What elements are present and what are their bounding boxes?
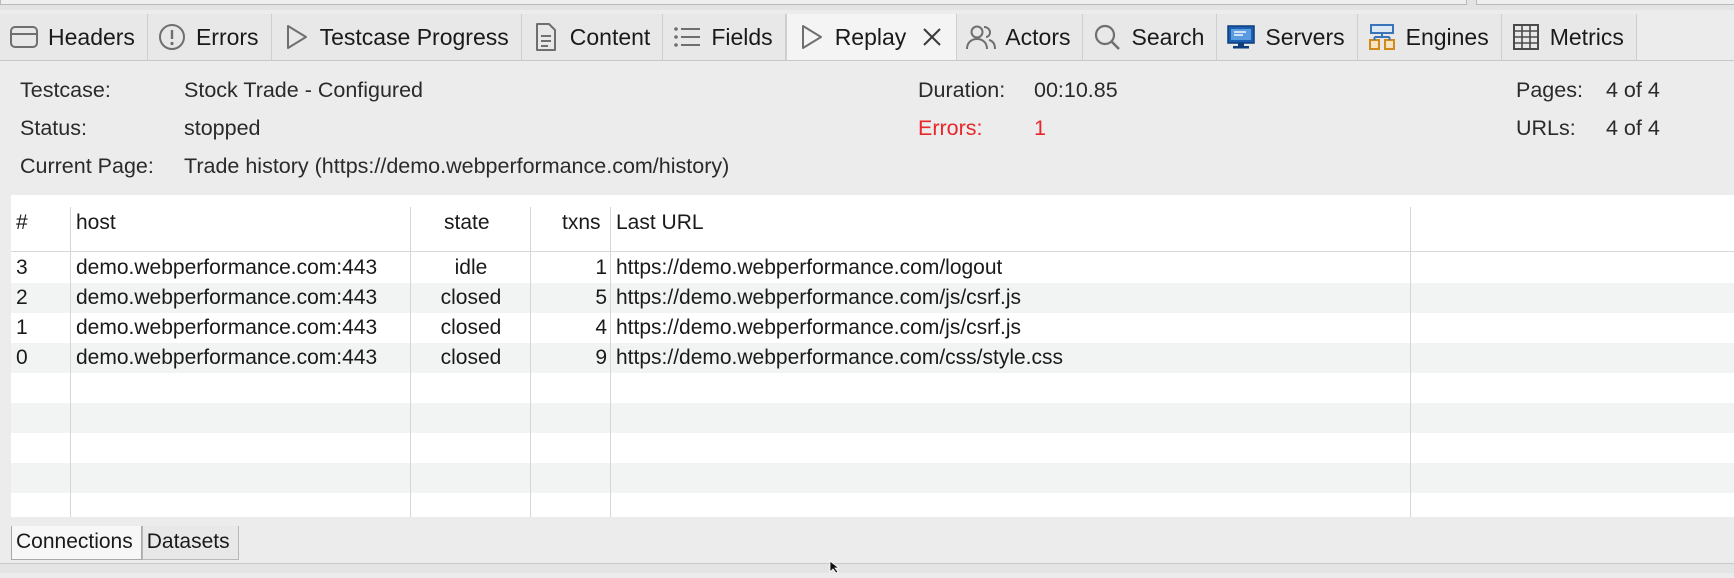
table-row[interactable]: 0 demo.webperformance.com:443 closed 9 h… [11, 343, 1734, 373]
cell-host: demo.webperformance.com:443 [76, 256, 378, 279]
tab-label: Headers [48, 23, 135, 50]
empty-row [11, 373, 1734, 403]
play-icon [280, 21, 312, 53]
column-divider[interactable] [70, 207, 71, 517]
tab-replay[interactable]: Replay [785, 14, 958, 60]
urls-label: URLs: [1516, 116, 1576, 140]
pages-value: 4 of 4 [1606, 78, 1660, 102]
cell-host: demo.webperformance.com:443 [76, 316, 378, 339]
tab-label: Actors [1005, 23, 1071, 50]
tab-label: Metrics [1549, 23, 1624, 50]
table-row[interactable]: 3 demo.webperformance.com:443 idle 1 htt… [11, 253, 1734, 283]
current-page-value: Trade history (https://demo.webperforman… [184, 154, 730, 178]
status-value: stopped [184, 116, 261, 140]
tab-datasets[interactable]: Datasets [141, 526, 239, 560]
table-header: # host state txns Last URL [11, 195, 1734, 252]
empty-row [11, 493, 1734, 517]
top-strip [0, 0, 1734, 10]
connections-table: # host state txns Last URL 3 demo.webper… [11, 195, 1734, 517]
testcase-value: Stock Trade - Configured [184, 78, 424, 102]
tab-label: Replay [834, 23, 907, 50]
list-icon [671, 21, 703, 53]
error-icon [156, 21, 188, 53]
tab-label: Servers [1265, 23, 1345, 50]
empty-row [11, 403, 1734, 433]
tab-actors[interactable]: Actors [957, 14, 1084, 60]
errors-label: Errors: [918, 116, 983, 140]
cell-state: closed [440, 346, 502, 369]
tab-label: Errors [195, 23, 259, 50]
table-row[interactable]: 1 demo.webperformance.com:443 closed 4 h… [11, 313, 1734, 343]
column-header-number[interactable]: # [16, 211, 28, 235]
status-label: Status: [20, 116, 87, 140]
close-icon[interactable] [920, 25, 944, 49]
top-panel-edge-right [1476, 0, 1734, 5]
cell-txns: 9 [595, 346, 607, 369]
tab-label: Engines [1405, 23, 1489, 50]
tab-testcase-progress[interactable]: Testcase Progress [271, 14, 522, 60]
tab-label: Fields [711, 23, 773, 50]
headers-icon [8, 21, 40, 53]
empty-row [11, 433, 1734, 463]
metrics-icon [1510, 21, 1542, 53]
column-divider[interactable] [610, 207, 611, 517]
pages-label: Pages: [1516, 78, 1583, 102]
monitor-icon [1225, 21, 1257, 53]
top-panel-edge [0, 0, 1467, 5]
column-divider[interactable] [530, 207, 531, 517]
column-header-last-url[interactable]: Last URL [616, 211, 704, 235]
cell-last-url: https://demo.webperformance.com/js/csrf.… [616, 316, 1021, 339]
column-divider[interactable] [410, 207, 411, 517]
errors-value: 1 [1034, 116, 1046, 140]
duration-label: Duration: [918, 78, 1006, 102]
urls-value: 4 of 4 [1606, 116, 1660, 140]
current-page-label: Current Page: [20, 154, 154, 178]
cell-last-url: https://demo.webperformance.com/css/styl… [616, 346, 1063, 369]
column-header-txns[interactable]: txns [562, 211, 601, 235]
view-tab-bar: Headers Errors Testcase Progress Content… [0, 14, 1734, 61]
empty-row [11, 463, 1734, 493]
mouse-cursor-icon [829, 560, 841, 578]
tab-search[interactable]: Search [1083, 14, 1218, 60]
cell-number: 2 [16, 286, 28, 309]
column-header-state[interactable]: state [444, 211, 490, 235]
duration-value: 00:10.85 [1034, 78, 1118, 102]
tab-label: Search [1131, 23, 1205, 50]
cell-state: closed [440, 316, 502, 339]
cell-host: demo.webperformance.com:443 [76, 286, 378, 309]
play-icon [795, 21, 827, 53]
bottom-tab-bar: Connections Datasets [11, 526, 239, 560]
tab-label: Content [569, 23, 651, 50]
cell-number: 1 [16, 316, 28, 339]
table-row[interactable]: 2 demo.webperformance.com:443 closed 5 h… [11, 283, 1734, 313]
document-icon [530, 21, 562, 53]
tab-servers[interactable]: Servers [1217, 14, 1358, 60]
search-icon [1091, 21, 1123, 53]
column-divider[interactable] [1410, 207, 1411, 517]
tab-fields[interactable]: Fields [663, 14, 786, 60]
cell-txns: 4 [595, 316, 607, 339]
cell-number: 3 [16, 256, 28, 279]
cell-last-url: https://demo.webperformance.com/js/csrf.… [616, 286, 1021, 309]
testcase-label: Testcase: [20, 78, 111, 102]
users-icon [965, 21, 997, 53]
cell-last-url: https://demo.webperformance.com/logout [616, 256, 1003, 279]
tab-content[interactable]: Content [521, 14, 664, 60]
tab-engines[interactable]: Engines [1357, 14, 1502, 60]
cell-txns: 5 [595, 286, 607, 309]
cell-state: idle [454, 256, 488, 279]
replay-info-panel: Testcase: Stock Trade - Configured Statu… [0, 62, 1734, 192]
tab-headers[interactable]: Headers [0, 14, 148, 60]
column-header-host[interactable]: host [76, 211, 116, 235]
tab-connections[interactable]: Connections [11, 526, 142, 560]
tab-label: Testcase Progress [319, 23, 509, 50]
cell-host: demo.webperformance.com:443 [76, 346, 378, 369]
engines-icon [1366, 21, 1398, 53]
tab-metrics[interactable]: Metrics [1501, 14, 1637, 60]
cell-number: 0 [16, 346, 28, 369]
cell-txns: 1 [595, 256, 607, 279]
cell-state: closed [440, 286, 502, 309]
tab-errors[interactable]: Errors [147, 14, 272, 60]
